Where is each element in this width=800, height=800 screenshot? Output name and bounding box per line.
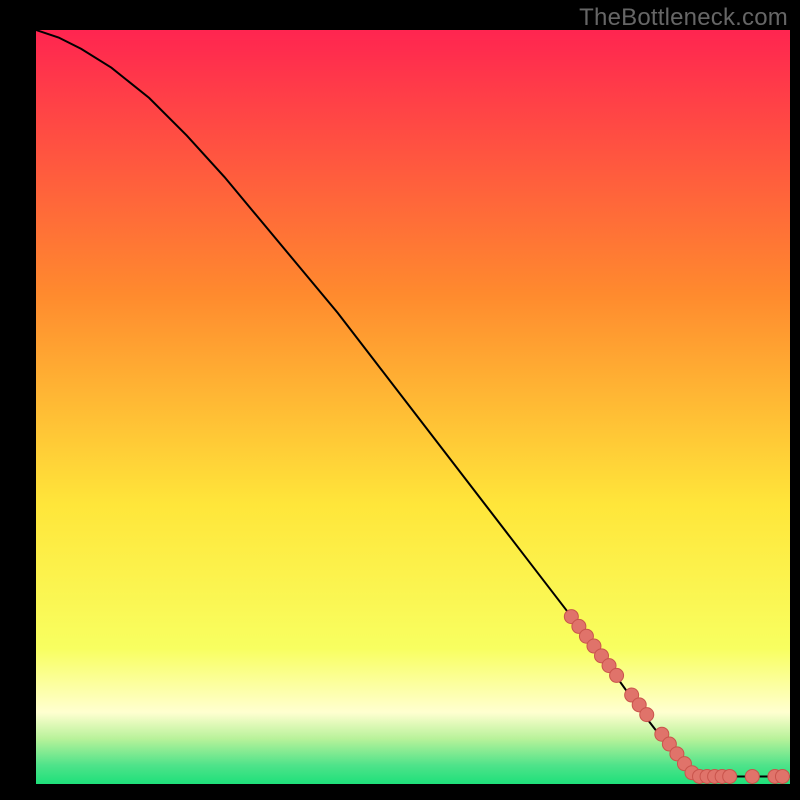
watermark-text: TheBottleneck.com bbox=[579, 4, 788, 32]
chart-plot bbox=[36, 30, 790, 784]
data-marker bbox=[775, 769, 789, 783]
data-marker bbox=[610, 668, 624, 682]
data-marker bbox=[723, 769, 737, 783]
gradient-background bbox=[36, 30, 790, 784]
data-marker bbox=[745, 769, 759, 783]
data-marker bbox=[640, 708, 654, 722]
